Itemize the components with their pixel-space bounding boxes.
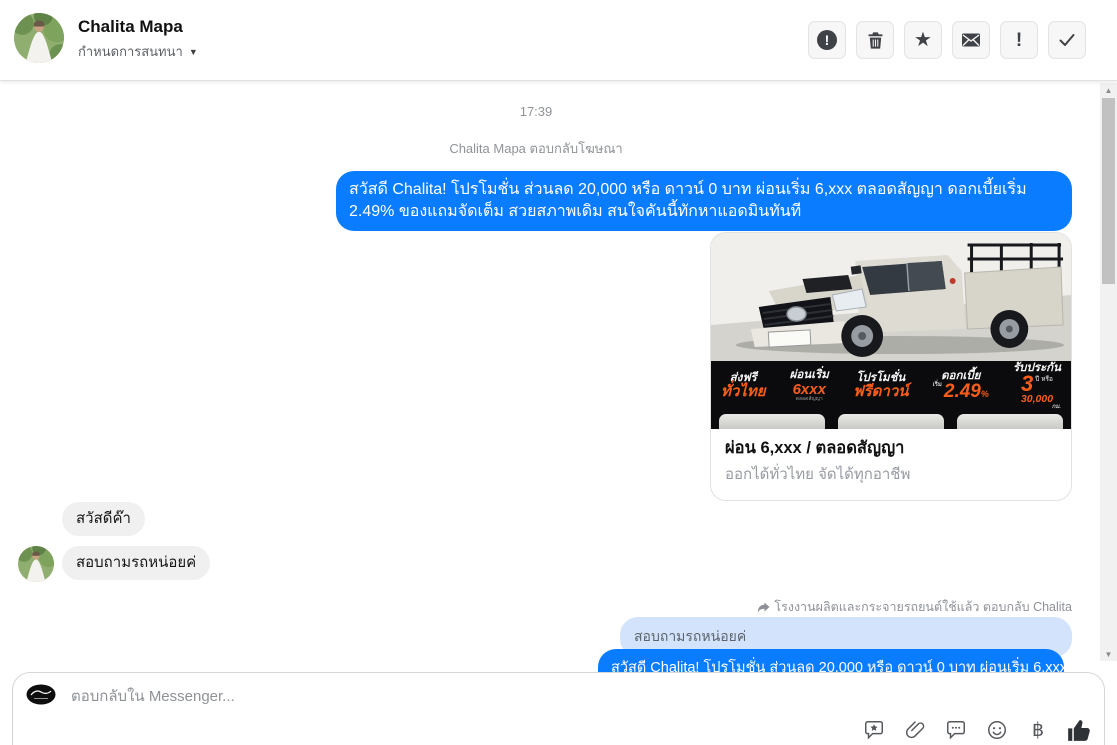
message-thread: 17:39 Chalita Mapa ตอบกลับโฆษณา สวัสดี C…: [0, 81, 1117, 745]
incoming-message[interactable]: สอบถามรถหน่อยค่: [62, 546, 211, 580]
photo-thumbnail: [838, 414, 944, 429]
circle-exclamation-icon: !: [817, 30, 837, 50]
photo-thumbnail: [957, 414, 1063, 429]
ad-reply-context: Chalita Mapa ตอบกลับโฆษณา: [449, 141, 623, 156]
outgoing-ad-message[interactable]: สวัสดี Chalita! โปรโมชั่น ส่วนลด 20,000 …: [336, 171, 1072, 231]
exclamation-icon: !: [1015, 29, 1023, 51]
trash-icon: [868, 31, 882, 49]
flag-followup-button[interactable]: !: [1000, 21, 1038, 59]
reply-context: โรงงานผลิตและกระจายรถยนต์ใช้แล้ว ตอบกลับ…: [757, 597, 1072, 617]
reply-arrow-icon: [758, 601, 770, 613]
speech-dots-icon: [947, 721, 965, 740]
emoji-button[interactable]: [984, 717, 1010, 743]
schedule-label: กำหนดการสนทนา: [78, 44, 183, 59]
composer-actions: ฿: [861, 717, 1092, 743]
conversation-header: Chalita Mapa กำหนดการสนทนา ▼ ! ★ !: [0, 0, 1117, 81]
card-info: ผ่อน 6,xxx / ตลอดสัญญา ออกได้ทั่วไทย จัด…: [711, 429, 1071, 500]
check-icon: [1059, 34, 1075, 46]
comment-button[interactable]: [943, 717, 969, 743]
chevron-down-icon: ▼: [188, 46, 198, 57]
delete-button[interactable]: [856, 21, 894, 59]
scroll-up-arrow[interactable]: ▲: [1100, 83, 1117, 97]
photo-thumbnails-strip: [711, 411, 1071, 429]
favorite-button[interactable]: ★: [904, 21, 942, 59]
conversation-toolbar: ! ★ !: [808, 21, 1086, 59]
star-icon: ★: [914, 29, 932, 51]
avatar-photo: [14, 13, 64, 63]
promo-interest: ดอกเบี้ย เริ่ม 2.49%: [932, 370, 989, 403]
card-subtitle: ออกได้ทั่วไทย จัดได้ทุกอาชีพ: [725, 465, 911, 483]
promo-free-down: โปรโมชั่น ฟรีดาวน์: [852, 372, 909, 401]
page-logo: [26, 684, 56, 705]
card-title: ผ่อน 6,xxx / ตลอดสัญญา: [725, 439, 905, 457]
messenger-conversation-window: Chalita Mapa กำหนดการสนทนา ▼ ! ★ ! 17:39…: [0, 0, 1117, 745]
saved-replies-button[interactable]: [861, 717, 887, 743]
reply-composer: ฿: [12, 672, 1105, 745]
envelope-icon: [962, 33, 980, 47]
incoming-message[interactable]: สวัสดีค๊า: [62, 502, 145, 536]
promo-free-delivery: ส่งฟรี ทั่วไทย: [721, 372, 766, 401]
promo-installment: ผ่อนเริ่ม 6xxx ตลอดสัญญา: [789, 369, 829, 403]
promo-banner: ส่งฟรี ทั่วไทย ผ่อนเริ่ม 6xxx ตลอดสัญญา …: [711, 361, 1071, 411]
promo-warranty: รับประกัน 3 ปี หรือ 30,000 กม.: [1013, 361, 1061, 411]
vehicle-photo: [711, 233, 1071, 361]
ad-attachment-card[interactable]: ส่งฟรี ทั่วไทย ผ่อนเริ่ม 6xxx ตลอดสัญญา …: [710, 232, 1072, 501]
paperclip-icon: [905, 721, 925, 739]
payment-button[interactable]: ฿: [1025, 717, 1051, 743]
chat-scrollbar[interactable]: ▲ ▼: [1100, 83, 1117, 661]
pickup-truck-image: [711, 233, 1071, 361]
conversation-schedule-dropdown[interactable]: กำหนดการสนทนา ▼: [78, 41, 198, 62]
message-input[interactable]: [69, 683, 693, 709]
scroll-down-arrow[interactable]: ▼: [1100, 647, 1117, 661]
timestamp: 17:39: [519, 104, 553, 119]
thumbs-up-icon: [1068, 720, 1090, 741]
speech-star-icon: [865, 721, 883, 740]
contact-avatar[interactable]: [14, 13, 64, 63]
mark-done-button[interactable]: [1048, 21, 1086, 59]
report-button[interactable]: !: [808, 21, 846, 59]
photo-thumbnail: [719, 414, 825, 429]
scrollbar-thumb[interactable]: [1102, 98, 1115, 284]
contact-name: Chalita Mapa: [78, 17, 183, 36]
baht-icon: ฿: [1031, 719, 1045, 741]
attachment-button[interactable]: [902, 717, 928, 743]
reply-context-label: โรงงานผลิตและกระจายรถยนต์ใช้แล้ว ตอบกลับ…: [774, 600, 1072, 614]
mark-unread-button[interactable]: [952, 21, 990, 59]
avatar-photo: [18, 546, 54, 582]
smiley-icon: [988, 721, 1006, 739]
contact-avatar-small[interactable]: [18, 546, 54, 582]
like-button[interactable]: [1066, 717, 1092, 743]
